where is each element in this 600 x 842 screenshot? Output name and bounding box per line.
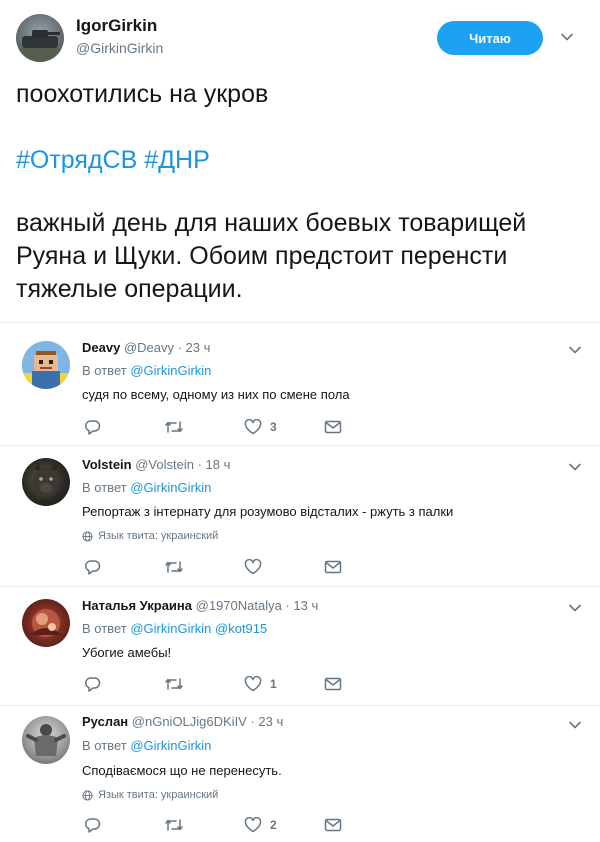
- in-reply-to: В ответ @GirkinGirkin: [82, 363, 211, 378]
- like-button[interactable]: 3: [244, 418, 277, 436]
- message-button[interactable]: [324, 816, 342, 834]
- like-icon: [244, 817, 262, 833]
- chevron-down-icon[interactable]: [568, 601, 582, 615]
- chevron-down-icon[interactable]: [568, 460, 582, 474]
- message-icon: [324, 677, 342, 691]
- reply-text: Репортаж з інтернату для розумово відста…: [82, 504, 454, 519]
- reply-button[interactable]: [84, 558, 101, 576]
- retweet-icon: [165, 819, 183, 831]
- message-button[interactable]: [324, 418, 342, 436]
- message-button[interactable]: [324, 558, 342, 576]
- message-icon: [324, 818, 342, 832]
- message-icon: [324, 560, 342, 574]
- tweet-text-body: важный день для наших боевых товарищей Р…: [16, 209, 527, 303]
- like-count: 1: [270, 677, 277, 691]
- in-reply-prefix: В ответ: [82, 738, 131, 753]
- tweet-language-label: Язык твита: украинский: [98, 789, 219, 801]
- reply-header: Deavy @Deavy · 23 ч: [82, 340, 210, 355]
- tweet-text-line: поохотились на укров: [16, 80, 269, 108]
- like-count: 3: [270, 420, 277, 434]
- retweet-icon: [165, 421, 183, 433]
- reply-actions: [84, 558, 364, 578]
- reply-avatar[interactable]: [22, 599, 70, 647]
- reply-text: Убогие амебы!: [82, 645, 172, 660]
- like-button[interactable]: 1: [244, 675, 277, 693]
- like-icon: [244, 676, 262, 692]
- in-reply-to: В ответ @GirkinGirkin: [82, 738, 211, 753]
- following-button[interactable]: Читаю: [437, 21, 543, 55]
- globe-icon: [82, 789, 93, 801]
- in-reply-link[interactable]: @GirkinGirkin: [130, 738, 211, 753]
- reply-author-name[interactable]: Deavy: [82, 340, 120, 355]
- reply-author-name[interactable]: Volstein: [82, 457, 132, 472]
- tweet-hashtags[interactable]: #ОтрядСВ #ДНР: [16, 144, 586, 177]
- reply-header: Наталья Украина @1970Natalya · 13 ч: [82, 598, 318, 613]
- reply-author-name[interactable]: Руслан: [82, 714, 128, 729]
- reply-text: судя по всему, одному из них по смене по…: [82, 387, 350, 402]
- reply-button[interactable]: [84, 675, 101, 693]
- like-icon: [244, 419, 262, 435]
- like-count: 2: [270, 818, 277, 832]
- reply-actions: 1: [84, 675, 364, 695]
- message-button[interactable]: [324, 675, 342, 693]
- like-button[interactable]: 2: [244, 816, 277, 834]
- reply-author-name[interactable]: Наталья Украина: [82, 598, 192, 613]
- reply-text: Сподіваємося що не перенесуть.: [82, 763, 282, 778]
- in-reply-link[interactable]: @GirkinGirkin @kot915: [130, 621, 267, 636]
- reply-avatar[interactable]: [22, 341, 70, 389]
- author-display-name[interactable]: IgorGirkin: [76, 16, 157, 36]
- reply-avatar[interactable]: [22, 716, 70, 764]
- tweet-language: Язык твита: украинский: [82, 789, 218, 801]
- reply-author-meta[interactable]: @1970Natalya · 13 ч: [196, 598, 319, 613]
- like-icon: [244, 559, 262, 575]
- retweet-icon: [165, 561, 183, 573]
- message-icon: [324, 420, 342, 434]
- reply-header: Volstein @Volstein · 18 ч: [82, 457, 230, 472]
- tweet-language: Язык твита: украинский: [82, 530, 218, 542]
- chevron-down-icon[interactable]: [560, 30, 574, 44]
- like-button[interactable]: [244, 558, 270, 576]
- reply-author-meta[interactable]: @Volstein · 18 ч: [135, 457, 230, 472]
- reply-author-meta[interactable]: @nGniOLJig6DKiIV · 23 ч: [132, 714, 283, 729]
- in-reply-to: В ответ @GirkinGirkin: [82, 480, 211, 495]
- reply-button[interactable]: [84, 418, 101, 436]
- reply-icon: [85, 560, 101, 575]
- in-reply-prefix: В ответ: [82, 621, 131, 636]
- in-reply-prefix: В ответ: [82, 480, 131, 495]
- reply-item[interactable]: Руслан @nGniOLJig6DKiIV · 23 ч В ответ @…: [0, 706, 600, 842]
- in-reply-prefix: В ответ: [82, 363, 131, 378]
- reply-actions: 2: [84, 816, 364, 836]
- reply-icon: [85, 420, 101, 435]
- reply-icon: [85, 818, 101, 833]
- retweet-button[interactable]: [164, 675, 184, 693]
- chevron-down-icon[interactable]: [568, 718, 582, 732]
- author-handle[interactable]: @GirkinGirkin: [76, 40, 163, 56]
- chevron-down-icon[interactable]: [568, 343, 582, 357]
- reply-button[interactable]: [84, 816, 101, 834]
- globe-icon: [82, 530, 93, 542]
- retweet-button[interactable]: [164, 558, 184, 576]
- author-avatar[interactable]: [16, 14, 64, 62]
- reply-avatar[interactable]: [22, 458, 70, 506]
- reply-item[interactable]: Наталья Украина @1970Natalya · 13 ч В от…: [0, 587, 600, 705]
- tweet-language-label: Язык твита: украинский: [98, 530, 219, 542]
- reply-item[interactable]: Deavy @Deavy · 23 ч В ответ @GirkinGirki…: [0, 323, 600, 445]
- reply-item[interactable]: Volstein @Volstein · 18 ч В ответ @Girki…: [0, 446, 600, 586]
- retweet-button[interactable]: [164, 816, 184, 834]
- reply-actions: 3: [84, 418, 364, 438]
- reply-author-meta[interactable]: @Deavy · 23 ч: [124, 340, 210, 355]
- in-reply-to: В ответ @GirkinGirkin @kot915: [82, 621, 267, 636]
- in-reply-link[interactable]: @GirkinGirkin: [130, 480, 211, 495]
- retweet-button[interactable]: [164, 418, 184, 436]
- reply-header: Руслан @nGniOLJig6DKiIV · 23 ч: [82, 714, 283, 729]
- in-reply-link[interactable]: @GirkinGirkin: [130, 363, 211, 378]
- reply-icon: [85, 677, 101, 692]
- retweet-icon: [165, 678, 183, 690]
- tweet-header: IgorGirkin @GirkinGirkin Читаю: [0, 0, 600, 70]
